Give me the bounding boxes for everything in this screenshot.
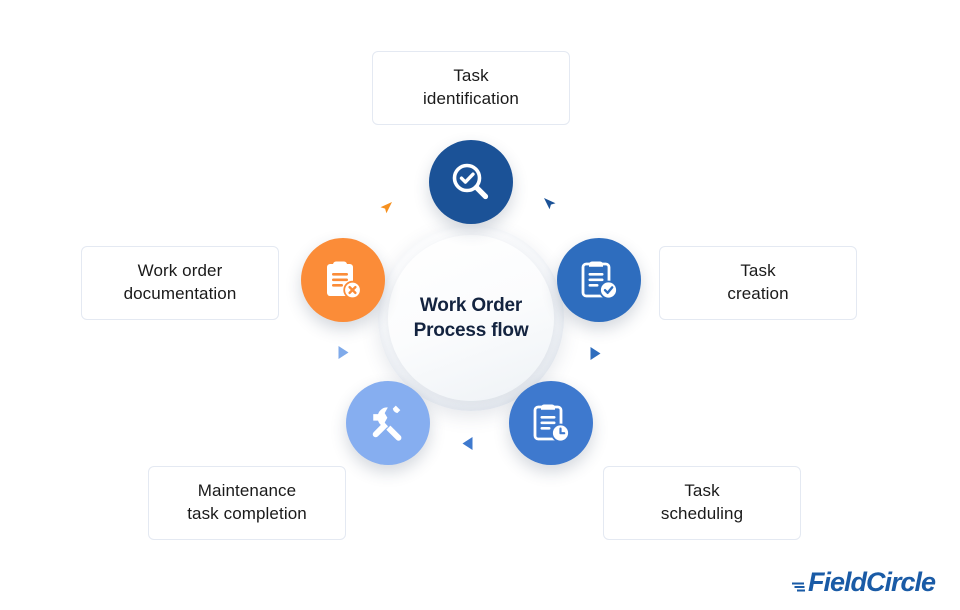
node-task-creation[interactable] [557,238,641,322]
magnifier-check-icon [448,159,494,205]
clipboard-check-icon [577,257,621,303]
node-task-identification[interactable] [429,140,513,224]
node-maintenance-task-completion[interactable] [346,381,430,465]
flow-marker-bottom-right-icon [589,346,602,361]
label-card-task-creation: Task creation [659,246,857,320]
center-hub: Work Order Process flow [388,235,554,401]
wrench-screwdriver-icon [366,401,410,445]
clipboard-cross-icon [321,257,365,303]
flow-marker-top-right-icon [543,197,557,211]
label-card-task-identification: Task identification [372,51,570,125]
brand-logo: FieldCircle [792,567,936,598]
node-work-order-documentation[interactable] [301,238,385,322]
diagram-canvas: Task identification Work order documenta… [0,0,960,610]
brand-name: FieldCircle [808,567,936,597]
label-card-maintenance-task-completion: Maintenance task completion [148,466,346,540]
center-hub-title: Work Order Process flow [413,294,529,341]
node-task-scheduling[interactable] [509,381,593,465]
flow-marker-bottom-left-icon [337,345,350,360]
label-card-task-scheduling: Task scheduling [603,466,801,540]
speed-lines-icon [792,567,805,598]
clipboard-clock-icon [529,400,573,446]
flow-marker-top-left-icon [379,201,393,215]
flow-marker-bottom-center-icon [461,436,474,451]
label-card-work-order-documentation: Work order documentation [81,246,279,320]
